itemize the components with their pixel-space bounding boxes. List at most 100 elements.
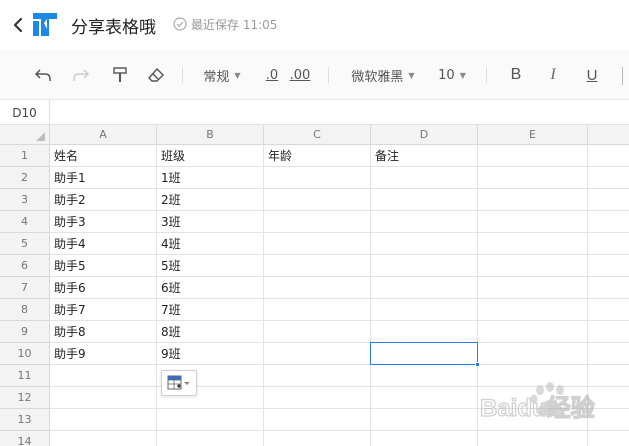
- cell-overflow[interactable]: [588, 299, 629, 321]
- cell-e4[interactable]: [478, 211, 588, 233]
- cell-overflow[interactable]: [588, 343, 629, 365]
- row-header-6[interactable]: 6: [0, 255, 50, 277]
- cell-overflow[interactable]: [588, 211, 629, 233]
- undo-button[interactable]: [30, 50, 56, 100]
- cell-b10[interactable]: 9班: [157, 343, 264, 365]
- autofill-options-button[interactable]: [161, 370, 197, 396]
- number-format-dropdown[interactable]: 常规 ▼: [196, 50, 248, 100]
- format-painter-button[interactable]: [108, 50, 132, 100]
- cell-overflow[interactable]: [588, 167, 629, 189]
- column-header-e[interactable]: E: [478, 125, 588, 145]
- cell-a1[interactable]: 姓名: [50, 145, 157, 167]
- cell-c14[interactable]: [264, 431, 371, 446]
- cell-d2[interactable]: [371, 167, 478, 189]
- font-size-dropdown[interactable]: 10 ▼: [434, 50, 470, 100]
- cell-e6[interactable]: [478, 255, 588, 277]
- cell-e7[interactable]: [478, 277, 588, 299]
- cell-c4[interactable]: [264, 211, 371, 233]
- cell-d14[interactable]: [371, 431, 478, 446]
- cell-a5[interactable]: 助手4: [50, 233, 157, 255]
- row-header-11[interactable]: 11: [0, 365, 50, 387]
- cell-c13[interactable]: [264, 409, 371, 431]
- cell-b5[interactable]: 4班: [157, 233, 264, 255]
- increase-decimal-button[interactable]: .00: [288, 50, 312, 100]
- back-chevron-icon[interactable]: [10, 14, 28, 36]
- cell-c3[interactable]: [264, 189, 371, 211]
- cell-c8[interactable]: [264, 299, 371, 321]
- font-family-dropdown[interactable]: 微软雅黑 ▼: [344, 50, 422, 100]
- cell-b8[interactable]: 7班: [157, 299, 264, 321]
- row-header-8[interactable]: 8: [0, 299, 50, 321]
- cell-b14[interactable]: [157, 431, 264, 446]
- underline-button[interactable]: U: [580, 50, 604, 100]
- column-header-d[interactable]: D: [371, 125, 478, 145]
- cell-e1[interactable]: [478, 145, 588, 167]
- row-header-10[interactable]: 10: [0, 343, 50, 365]
- cell-b13[interactable]: [157, 409, 264, 431]
- cell-a10[interactable]: 助手9: [50, 343, 157, 365]
- cell-a7[interactable]: 助手6: [50, 277, 157, 299]
- cell-d8[interactable]: [371, 299, 478, 321]
- bold-button[interactable]: B: [504, 50, 528, 100]
- cell-c1[interactable]: 年龄: [264, 145, 371, 167]
- cell-a13[interactable]: [50, 409, 157, 431]
- cell-overflow[interactable]: [588, 145, 629, 167]
- cell-c10[interactable]: [264, 343, 371, 365]
- cell-d13[interactable]: [371, 409, 478, 431]
- cell-c12[interactable]: [264, 387, 371, 409]
- cell-b3[interactable]: 2班: [157, 189, 264, 211]
- cell-a2[interactable]: 助手1: [50, 167, 157, 189]
- cell-overflow[interactable]: [588, 189, 629, 211]
- cell-d12[interactable]: [371, 387, 478, 409]
- cell-a3[interactable]: 助手2: [50, 189, 157, 211]
- row-header-13[interactable]: 13: [0, 409, 50, 431]
- decrease-decimal-button[interactable]: .0: [262, 50, 282, 100]
- cell-d7[interactable]: [371, 277, 478, 299]
- cell-e10[interactable]: [478, 343, 588, 365]
- cell-c5[interactable]: [264, 233, 371, 255]
- cell-d1[interactable]: 备注: [371, 145, 478, 167]
- cell-a6[interactable]: 助手5: [50, 255, 157, 277]
- cell-d4[interactable]: [371, 211, 478, 233]
- cell-b4[interactable]: 3班: [157, 211, 264, 233]
- redo-button[interactable]: [68, 50, 94, 100]
- cell-b2[interactable]: 1班: [157, 167, 264, 189]
- cell-b6[interactable]: 5班: [157, 255, 264, 277]
- row-header-7[interactable]: 7: [0, 277, 50, 299]
- cell-e5[interactable]: [478, 233, 588, 255]
- select-all-corner[interactable]: [0, 125, 50, 145]
- cell-e3[interactable]: [478, 189, 588, 211]
- row-header-3[interactable]: 3: [0, 189, 50, 211]
- cell-reference-box[interactable]: D10: [0, 100, 50, 125]
- cell-a4[interactable]: 助手3: [50, 211, 157, 233]
- cell-a9[interactable]: 助手8: [50, 321, 157, 343]
- cell-c11[interactable]: [264, 365, 371, 387]
- clear-format-button[interactable]: [144, 50, 168, 100]
- cell-b7[interactable]: 6班: [157, 277, 264, 299]
- row-header-4[interactable]: 4: [0, 211, 50, 233]
- cell-a8[interactable]: 助手7: [50, 299, 157, 321]
- cell-overflow[interactable]: [588, 233, 629, 255]
- cell-d3[interactable]: [371, 189, 478, 211]
- cell-d10[interactable]: [371, 343, 478, 365]
- row-header-5[interactable]: 5: [0, 233, 50, 255]
- row-header-9[interactable]: 9: [0, 321, 50, 343]
- cell-overflow[interactable]: [588, 277, 629, 299]
- cell-c2[interactable]: [264, 167, 371, 189]
- italic-button[interactable]: I: [541, 50, 565, 100]
- cell-e9[interactable]: [478, 321, 588, 343]
- cell-overflow[interactable]: [588, 321, 629, 343]
- cell-b1[interactable]: 班级: [157, 145, 264, 167]
- cell-d11[interactable]: [371, 365, 478, 387]
- cell-e8[interactable]: [478, 299, 588, 321]
- cell-c9[interactable]: [264, 321, 371, 343]
- cell-d9[interactable]: [371, 321, 478, 343]
- row-header-12[interactable]: 12: [0, 387, 50, 409]
- cell-c6[interactable]: [264, 255, 371, 277]
- column-header-b[interactable]: B: [157, 125, 264, 145]
- cell-d5[interactable]: [371, 233, 478, 255]
- cell-a12[interactable]: [50, 387, 157, 409]
- cell-a11[interactable]: [50, 365, 157, 387]
- row-header-14[interactable]: 14: [0, 431, 50, 446]
- document-title[interactable]: 分享表格哦: [71, 13, 156, 38]
